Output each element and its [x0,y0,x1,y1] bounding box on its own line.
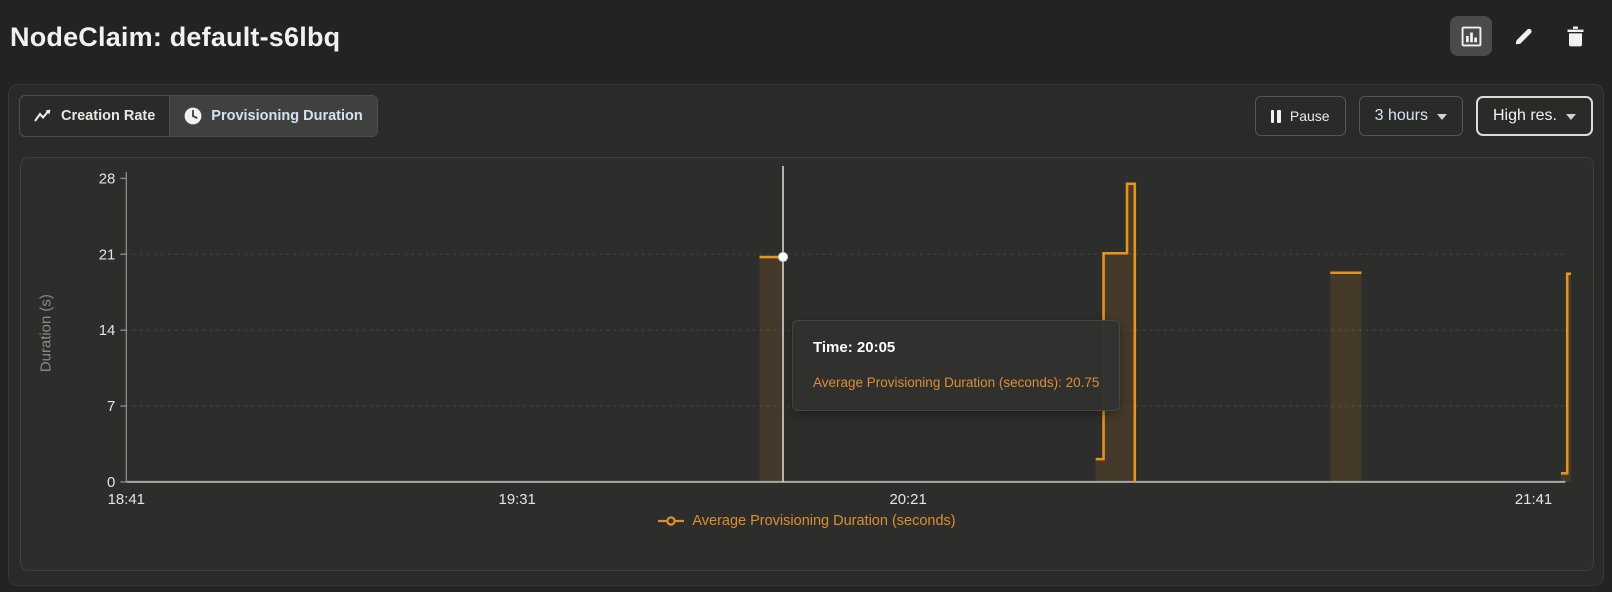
y-tick-label: 14 [99,322,116,339]
chart-legend[interactable]: Average Provisioning Duration (seconds) [21,513,1593,529]
tab-creation-rate[interactable]: Creation Rate [20,96,169,136]
tab-bar: Creation Rate Provisioning Duration [19,95,378,137]
hover-tooltip: Time: 20:05 Average Provisioning Duratio… [792,320,1120,411]
caret-down-icon [1566,114,1576,120]
hover-point [778,252,787,261]
y-tick-label: 28 [99,170,116,187]
toolbar-controls: Pause 3 hours High res. [1255,96,1593,136]
legend-line-marker-icon [658,515,684,527]
bar-chart-icon [1461,26,1482,47]
y-tick-label: 21 [99,246,116,263]
x-tick-label: 18:41 [108,491,145,508]
tab-label-creation-rate: Creation Rate [61,108,155,124]
series-area-fill [760,257,783,482]
y-axis-label: Duration (s) [38,294,55,372]
tab-provisioning-duration[interactable]: Provisioning Duration [169,96,376,136]
trend-line-icon [34,109,52,123]
tooltip-time: Time: 20:05 [813,339,1099,356]
toolbar: Creation Rate Provisioning Duration Paus… [19,95,1593,137]
delete-button[interactable] [1554,16,1596,56]
tooltip-value: Average Provisioning Duration (seconds):… [813,375,1099,390]
pause-button[interactable]: Pause [1255,96,1346,136]
resolution-value: High res. [1493,107,1557,125]
trash-icon [1566,26,1585,47]
x-tick-label: 21:41 [1515,491,1552,508]
time-range-value: 3 hours [1375,107,1428,125]
page-header: NodeClaim: default-s6lbq [0,0,1612,72]
clock-icon [184,107,202,125]
chart-panel[interactable]: 0 7 14 21 28 18:41 19:31 20:21 21:41 Duration (s)… [20,157,1594,571]
chart-card: Creation Rate Provisioning Duration Paus… [8,84,1604,586]
y-tick-label: 7 [107,398,115,415]
page-title: NodeClaim: default-s6lbq [10,22,340,53]
pause-icon [1271,110,1281,123]
y-tick-label: 0 [107,474,115,491]
legend-label: Average Provisioning Duration (seconds) [692,513,955,529]
tab-label-provisioning-duration: Provisioning Duration [211,108,362,124]
time-range-select[interactable]: 3 hours [1359,96,1463,136]
header-actions [1450,16,1596,56]
pencil-icon [1513,26,1534,47]
caret-down-icon [1437,114,1447,120]
edit-button[interactable] [1502,16,1544,56]
x-tick-label: 20:21 [889,491,926,508]
pause-label: Pause [1290,108,1330,124]
resolution-select[interactable]: High res. [1476,96,1593,136]
chart-toggle-button[interactable] [1450,16,1492,56]
x-tick-label: 19:31 [499,491,536,508]
series-area-fill [1330,273,1361,482]
